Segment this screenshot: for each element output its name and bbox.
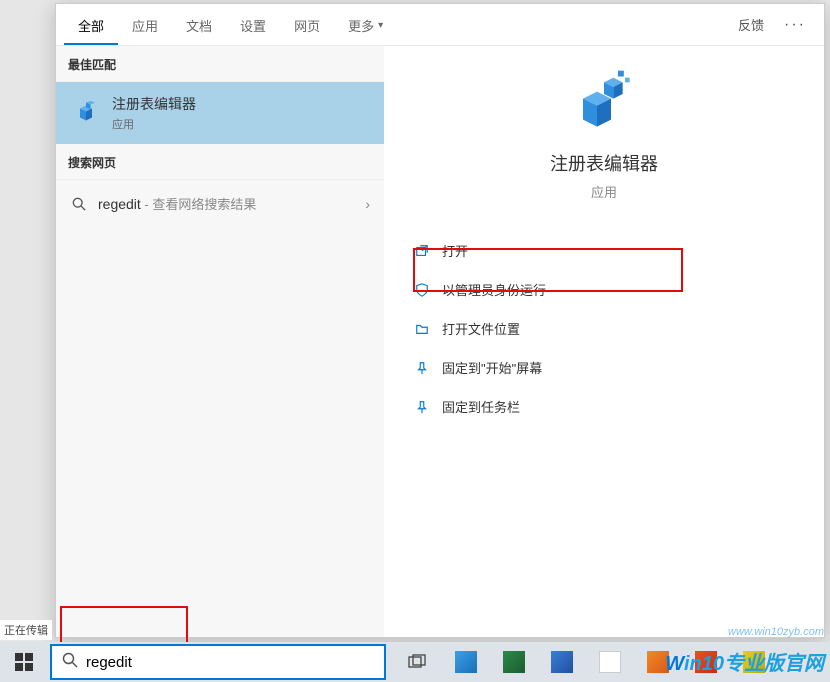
taskbar-app-4[interactable] (588, 642, 632, 682)
detail-column: 注册表编辑器 应用 打开 以管理员身份运行 (384, 46, 824, 637)
start-search-panel: 全部 应用 文档 设置 网页 更多 ▾ 反馈 ··· 最佳匹配 (55, 3, 825, 638)
action-run-admin-label: 以管理员身份运行 (442, 280, 546, 299)
result-registry-editor[interactable]: 注册表编辑器 应用 (56, 82, 384, 144)
search-icon (70, 197, 88, 211)
section-search-web: 搜索网页 (56, 144, 384, 180)
tab-docs[interactable]: 文档 (172, 5, 226, 45)
detail-title: 注册表编辑器 (550, 150, 658, 176)
taskbar-app-1[interactable] (444, 642, 488, 682)
more-menu-button[interactable]: ··· (774, 16, 816, 34)
action-open-location[interactable]: 打开文件位置 (394, 309, 814, 348)
chevron-right-icon: › (365, 196, 370, 212)
action-pin-start[interactable]: 固定到"开始"屏幕 (394, 348, 814, 387)
task-view-button[interactable] (396, 642, 440, 682)
action-open-label: 打开 (442, 241, 468, 260)
watermark-w: W (665, 653, 684, 675)
pin-icon (414, 360, 430, 376)
registry-icon (70, 97, 102, 129)
action-pin-start-label: 固定到"开始"屏幕 (442, 358, 542, 377)
web-search-text: regedit - 查看网络搜索结果 (98, 194, 365, 213)
web-hint: - 查看网络搜索结果 (141, 197, 257, 212)
shield-icon (414, 282, 430, 298)
tab-web[interactable]: 网页 (280, 5, 334, 45)
action-open-location-label: 打开文件位置 (442, 319, 520, 338)
watermark-brand: Win10专业版官网 (665, 647, 824, 676)
tab-apps[interactable]: 应用 (118, 5, 172, 45)
taskbar-app-2[interactable] (492, 642, 536, 682)
status-bar-text: 正在传辑 (0, 620, 52, 640)
result-title: 注册表编辑器 (112, 94, 196, 114)
action-pin-taskbar-label: 固定到任务栏 (442, 397, 520, 416)
result-text: 注册表编辑器 应用 (112, 94, 196, 132)
taskbar-app-3[interactable] (540, 642, 584, 682)
detail-registry-icon (569, 66, 639, 136)
panel-body: 最佳匹配 注册表编辑器 应用 (56, 46, 824, 637)
action-pin-taskbar[interactable]: 固定到任务栏 (394, 387, 814, 426)
action-open[interactable]: 打开 (394, 231, 814, 270)
detail-subtitle: 应用 (591, 182, 617, 201)
watermark-rest: in10专业版官网 (684, 653, 824, 675)
tab-more-label: 更多 (348, 16, 374, 35)
tab-all[interactable]: 全部 (64, 5, 118, 45)
pin-icon (414, 399, 430, 415)
open-icon (414, 243, 430, 259)
folder-icon (414, 321, 430, 337)
actions-list: 打开 以管理员身份运行 打开文件位置 (384, 231, 824, 426)
feedback-link[interactable]: 反馈 (728, 15, 774, 34)
web-search-item[interactable]: regedit - 查看网络搜索结果 › (56, 180, 384, 227)
search-icon (62, 652, 78, 673)
tab-settings[interactable]: 设置 (226, 5, 280, 45)
taskbar-search-box[interactable] (50, 644, 386, 680)
start-button[interactable] (0, 642, 48, 682)
watermark-url: www.win10zyb.com (728, 626, 824, 638)
result-subtitle: 应用 (112, 116, 196, 132)
section-best-match: 最佳匹配 (56, 46, 384, 82)
tab-more[interactable]: 更多 ▾ (334, 5, 397, 45)
web-query: regedit (98, 196, 141, 212)
taskbar-search-input[interactable] (86, 654, 374, 671)
action-run-as-admin[interactable]: 以管理员身份运行 (394, 270, 814, 309)
tabs-bar: 全部 应用 文档 设置 网页 更多 ▾ 反馈 ··· (56, 4, 824, 46)
results-column: 最佳匹配 注册表编辑器 应用 (56, 46, 384, 637)
chevron-down-icon: ▾ (378, 20, 383, 31)
